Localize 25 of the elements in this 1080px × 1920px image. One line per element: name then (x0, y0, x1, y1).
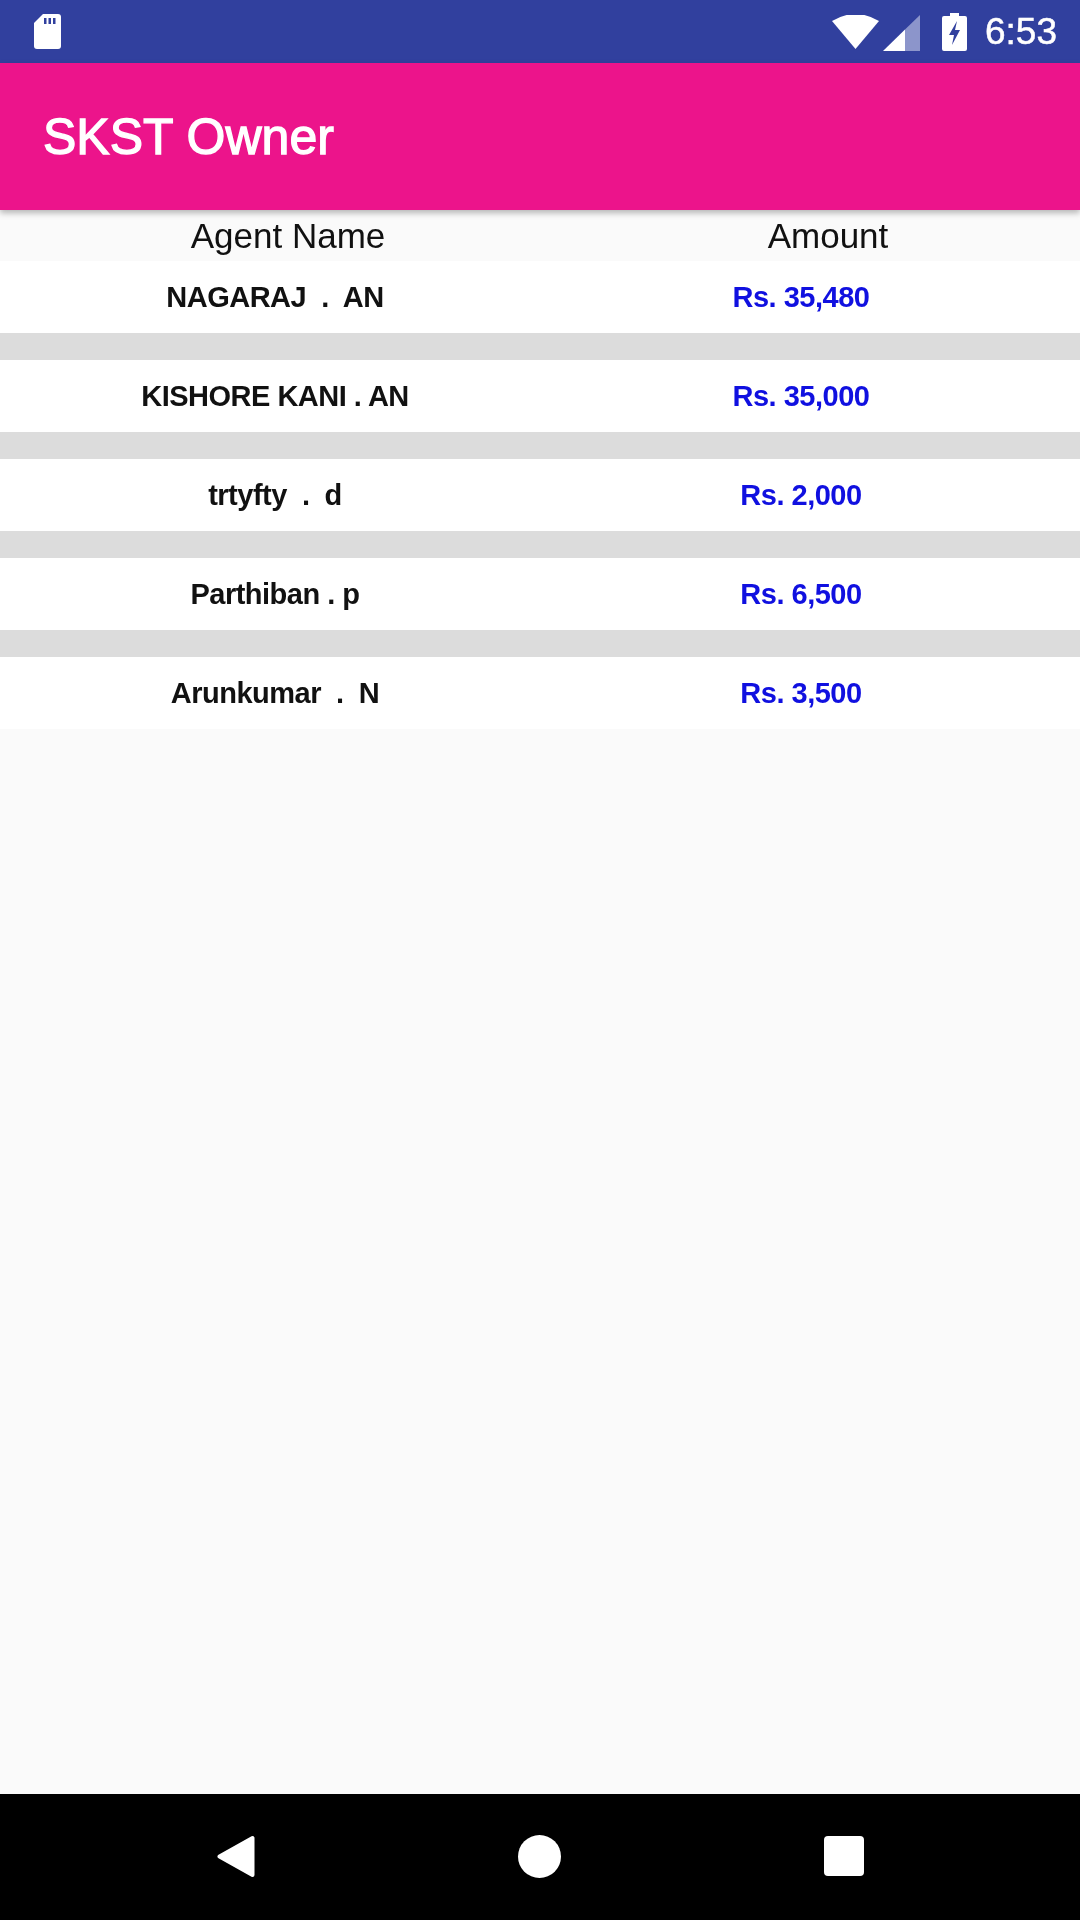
app-title: SKST Owner (43, 107, 334, 167)
agent-name: Arunkumar . N (170, 675, 380, 711)
list-row[interactable]: Arunkumar . N Rs. 3,500 (0, 657, 1080, 729)
sd-card-icon (34, 14, 61, 49)
home-icon[interactable] (518, 1835, 561, 1878)
amount-value: Rs. 35,000 (732, 378, 870, 414)
amount-value: Rs. 35,480 (732, 279, 870, 315)
battery-charging-icon (942, 12, 967, 51)
amount-value: Rs. 3,500 (740, 675, 862, 711)
wifi-icon (832, 14, 879, 49)
agent-name: KISHORE KANI . AN (141, 378, 409, 414)
column-header: Amount (767, 214, 889, 257)
list-row[interactable]: KISHORE KANI . AN Rs. 35,000 (0, 360, 1080, 432)
agent-name: Parthiban . p (190, 576, 360, 612)
amount-value: Rs. 6,500 (740, 576, 862, 612)
column-header: Agent Name (190, 214, 386, 257)
list-row[interactable]: Parthiban . p Rs. 6,500 (0, 558, 1080, 630)
clock-time: 6:53 (985, 13, 1057, 50)
agent-name: trtyfty . d (208, 477, 342, 513)
list-row[interactable]: NAGARAJ . AN Rs. 35,480 (0, 261, 1080, 333)
signal-icon (883, 14, 920, 51)
agent-name: NAGARAJ . AN (166, 279, 384, 315)
list-row[interactable]: trtyfty . d Rs. 2,000 (0, 459, 1080, 531)
back-icon[interactable] (217, 1835, 255, 1878)
amount-value: Rs. 2,000 (740, 477, 862, 513)
